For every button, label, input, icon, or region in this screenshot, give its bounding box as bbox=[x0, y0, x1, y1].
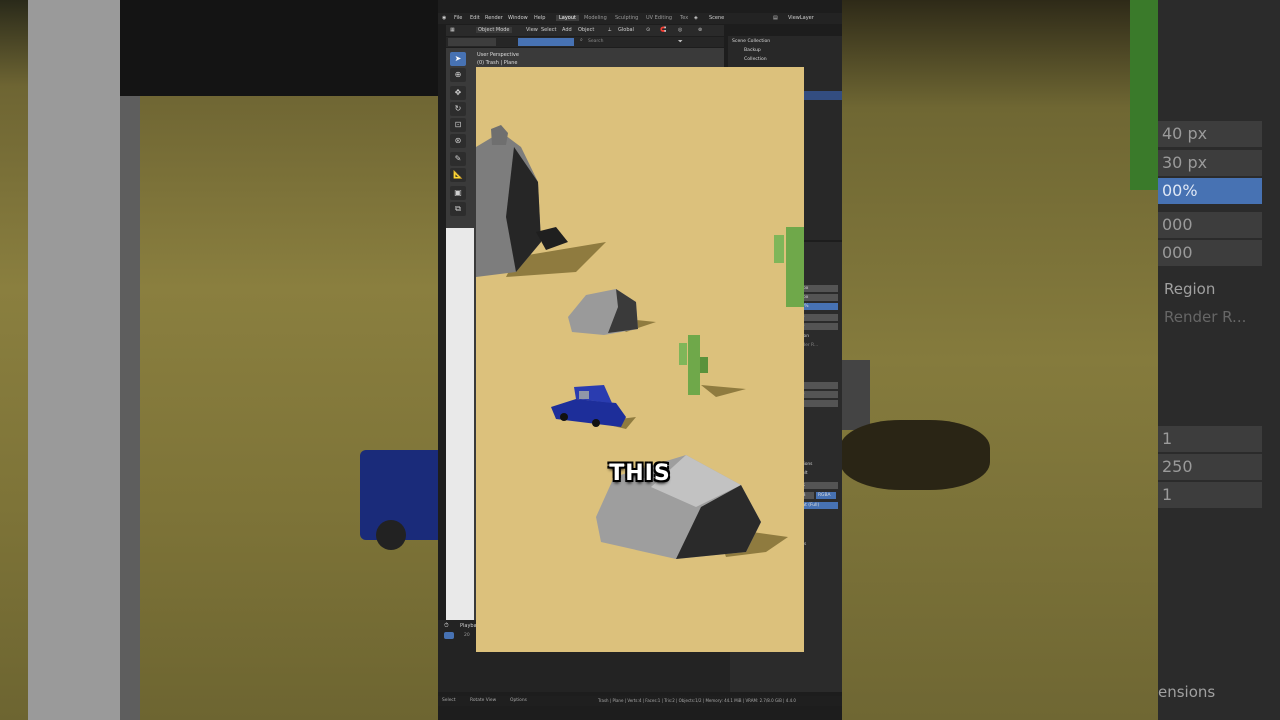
cursor-tool-icon[interactable]: ⊕ bbox=[450, 68, 466, 82]
background-prop-row-selected: 00% bbox=[1158, 178, 1262, 204]
search-icon: ⌕ bbox=[580, 37, 583, 43]
orientation-dropdown[interactable]: Global bbox=[618, 27, 634, 33]
scale-tool-icon[interactable]: ⊡ bbox=[450, 118, 466, 132]
menu-view[interactable]: View bbox=[526, 27, 538, 33]
background-region-label: Region bbox=[1164, 280, 1216, 298]
menu-render[interactable]: Render bbox=[485, 15, 503, 21]
annotate-tool-icon[interactable]: ✎ bbox=[450, 152, 466, 166]
transform-tool-icon[interactable]: ⊛ bbox=[450, 134, 466, 148]
background-extensions-label: ensions bbox=[1158, 683, 1216, 701]
add-cube-tool-icon[interactable]: ▣ bbox=[450, 186, 466, 200]
background-properties-panel bbox=[1158, 0, 1280, 720]
editor-type-icon[interactable]: ▦ bbox=[450, 27, 455, 33]
current-frame-indicator[interactable] bbox=[444, 632, 454, 639]
car-wheel-back bbox=[592, 419, 600, 427]
select-mode-icons[interactable] bbox=[448, 38, 496, 46]
render-preview bbox=[476, 67, 804, 652]
status-rotate-view: Rotate View bbox=[470, 698, 497, 703]
background-frame-row: 1 bbox=[1158, 482, 1262, 508]
rock-tall-top bbox=[491, 125, 508, 145]
status-stats: Trash | Plane | Verts:4 | Faces:1 | Tris… bbox=[598, 698, 796, 703]
car-window bbox=[579, 391, 589, 399]
outliner-item-backup[interactable]: Backup bbox=[728, 46, 842, 55]
status-options: Options bbox=[510, 698, 527, 703]
status-bar: Select Rotate View Options Trash | Plane… bbox=[438, 696, 842, 706]
tab-layout[interactable]: Layout bbox=[556, 15, 579, 21]
background-left-blur bbox=[0, 0, 438, 720]
cactus-edge bbox=[786, 227, 804, 307]
background-wall-shade bbox=[120, 0, 140, 720]
car-wheel-front bbox=[560, 413, 568, 421]
menu-select[interactable]: Select bbox=[541, 27, 556, 33]
view-layer-icon[interactable]: ▤ bbox=[773, 15, 778, 21]
background-shadow bbox=[840, 420, 990, 490]
menu-add[interactable]: Add bbox=[562, 27, 572, 33]
tab-modeling[interactable]: Modeling bbox=[584, 15, 607, 21]
filter-icon[interactable]: ⏷ bbox=[678, 38, 683, 46]
snap-icon[interactable]: 🧲 bbox=[660, 27, 666, 33]
pivot-icon[interactable]: ⊙ bbox=[646, 27, 650, 33]
cactus-center-arm-left bbox=[679, 343, 687, 365]
viewport-header-secondary: ⌕ Search ⏷ bbox=[446, 37, 724, 47]
background-cactus bbox=[1130, 0, 1160, 190]
top-bar: ◉ File Edit Render Window Help Layout Mo… bbox=[438, 13, 842, 24]
toolbar: ➤ ⊕ ✥ ↻ ⊡ ⊛ ✎ 📐 ▣ ⧉ bbox=[450, 52, 466, 220]
scene-name[interactable]: Scene bbox=[709, 15, 724, 21]
background-render-region-label: Render R... bbox=[1164, 308, 1247, 326]
outliner-root[interactable]: Scene Collection bbox=[728, 37, 842, 46]
transform-orientation-icon[interactable]: ⟂ bbox=[608, 27, 611, 33]
rock-tall-base-stone bbox=[536, 227, 568, 250]
add-object-tool-icon[interactable]: ⧉ bbox=[450, 202, 466, 216]
menu-edit[interactable]: Edit bbox=[470, 15, 480, 21]
status-select: Select bbox=[442, 698, 456, 703]
timeline-editor-icon[interactable]: ⏱ bbox=[444, 622, 449, 630]
background-dark-area bbox=[120, 0, 438, 96]
menu-help[interactable]: Help bbox=[534, 15, 545, 21]
measure-tool-icon[interactable]: 📐 bbox=[450, 168, 466, 182]
tab-texture[interactable]: Tex bbox=[680, 15, 688, 21]
background-prop-row: 30 px bbox=[1158, 150, 1262, 176]
rotate-tool-icon[interactable]: ↻ bbox=[450, 102, 466, 116]
active-object-label: (0) Trash | Plane bbox=[477, 60, 518, 66]
perspective-label: User Perspective bbox=[477, 52, 519, 58]
viewport-white-wall bbox=[446, 228, 474, 628]
subtitle-caption: THIS bbox=[609, 461, 671, 486]
viewport-search-input[interactable]: Search bbox=[588, 39, 603, 44]
tab-sculpting[interactable]: Sculpting bbox=[615, 15, 638, 21]
scene-icon[interactable]: ◈ bbox=[694, 15, 698, 21]
background-rock bbox=[840, 360, 870, 430]
background-prop-row: 40 px bbox=[1158, 121, 1262, 147]
overlays-icon[interactable]: ⊚ bbox=[698, 27, 702, 33]
viewport-header: ▦ Object Mode View Select Add Object ⟂ G… bbox=[446, 25, 724, 36]
background-wall bbox=[28, 0, 123, 720]
view-layer-name[interactable]: ViewLayer bbox=[788, 15, 814, 21]
color-rgba-button[interactable]: RGBA bbox=[816, 492, 836, 499]
background-prop-row: 000 bbox=[1158, 240, 1262, 266]
move-tool-icon[interactable]: ✥ bbox=[450, 86, 466, 100]
cactus-edge-arm bbox=[774, 235, 784, 263]
cactus-center-trunk bbox=[688, 335, 700, 395]
background-frame-row: 1 bbox=[1158, 426, 1262, 452]
background-right-blur: 40 px 30 px 00% 000 000 Region Render R.… bbox=[840, 0, 1280, 720]
background-car-wheel bbox=[376, 520, 406, 550]
select-box-tool-icon[interactable]: ➤ bbox=[450, 52, 466, 66]
render-scene bbox=[476, 125, 804, 559]
timeline-frame-label: 20 bbox=[464, 633, 470, 638]
car-body bbox=[551, 399, 626, 427]
proportional-edit-icon[interactable]: ◎ bbox=[678, 27, 682, 33]
blender-logo-icon[interactable]: ◉ bbox=[442, 15, 446, 21]
background-frame-row: 250 bbox=[1158, 454, 1262, 480]
filter-icons[interactable] bbox=[518, 38, 574, 46]
cactus-shadow bbox=[701, 385, 746, 397]
outliner-item-collection[interactable]: Collection bbox=[728, 55, 842, 64]
menu-file[interactable]: File bbox=[454, 15, 462, 21]
cactus-center-arm-right bbox=[700, 357, 708, 373]
menu-object[interactable]: Object bbox=[578, 27, 594, 33]
playback-menu[interactable]: Playba bbox=[460, 623, 477, 629]
mode-dropdown[interactable]: Object Mode bbox=[476, 27, 512, 33]
menu-window[interactable]: Window bbox=[508, 15, 528, 21]
background-prop-row: 000 bbox=[1158, 212, 1262, 238]
tab-uv-editing[interactable]: UV Editing bbox=[646, 15, 672, 21]
